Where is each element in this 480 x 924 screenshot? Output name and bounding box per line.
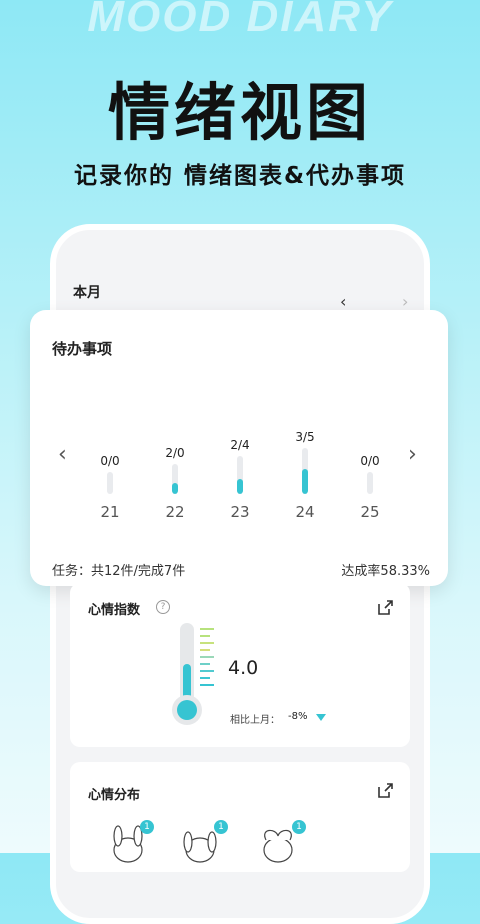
todo-progress-fill [172, 483, 178, 494]
chevron-right-icon[interactable]: › [402, 292, 408, 311]
hero-subtitle: 记录你的 情绪图表&代办事项 [73, 163, 407, 189]
count-badge: 1 [140, 820, 154, 834]
todo-day-number: 25 [360, 503, 380, 521]
todo-progress-fill [237, 479, 243, 494]
background-watermark-text: MOOD DIARY [87, 0, 393, 41]
prev-week-arrow-icon[interactable]: ‹ [58, 442, 67, 467]
todo-progress-track [302, 448, 308, 494]
todo-day-number: 22 [165, 503, 185, 521]
todo-day-fraction: 0/0 [360, 454, 380, 468]
todo-day-number: 21 [100, 503, 120, 521]
todo-title: 待办事项 [52, 340, 113, 358]
todo-card: 待办事项 ‹ › 0/0 21 2/0 22 2/4 23 3/5 24 0/0 25 任务：共1… [30, 310, 448, 586]
next-week-arrow-icon[interactable]: › [408, 442, 417, 467]
hero-title: 情绪视图 [107, 76, 372, 149]
month-label: 本月 [73, 285, 101, 301]
todo-day-number: 24 [295, 503, 315, 521]
todo-progress-track [367, 472, 373, 494]
thermometer-bulb [172, 695, 202, 725]
todo-progress-track [237, 456, 243, 494]
completion-rate: 达成率58.33% [341, 564, 430, 579]
help-icon[interactable]: ? [156, 600, 170, 614]
todo-day-fraction: 3/5 [295, 430, 315, 444]
thermometer-scale [200, 628, 214, 686]
share-icon[interactable] [376, 782, 394, 800]
todo-progress-fill [302, 469, 308, 494]
mood-distribution-title: 心情分布 [88, 788, 141, 803]
todo-day-fraction: 2/4 [230, 438, 250, 452]
down-triangle-icon [316, 714, 326, 721]
count-badge: 1 [214, 820, 228, 834]
todo-day-fraction: 0/0 [100, 454, 120, 468]
count-badge: 1 [292, 820, 306, 834]
compare-value: -8% [288, 711, 308, 722]
share-icon[interactable] [376, 599, 394, 617]
chevron-left-icon[interactable]: ‹ [340, 292, 346, 311]
todo-day-fraction: 2/0 [165, 446, 185, 460]
mood-distribution-card: 心情分布 1 1 1 [70, 762, 410, 872]
todo-day-number: 23 [230, 503, 250, 521]
todo-progress-track [107, 472, 113, 494]
mood-index-title: 心情指数 [88, 603, 141, 618]
task-summary: 任务：共12件/完成7件 [52, 564, 186, 579]
todo-progress-track [172, 464, 178, 494]
compare-label: 相比上月： [230, 715, 280, 726]
mood-index-value: 4.0 [228, 657, 259, 679]
mood-index-card: 心情指数 ? 4.0 相比上月： -8% [70, 583, 410, 747]
